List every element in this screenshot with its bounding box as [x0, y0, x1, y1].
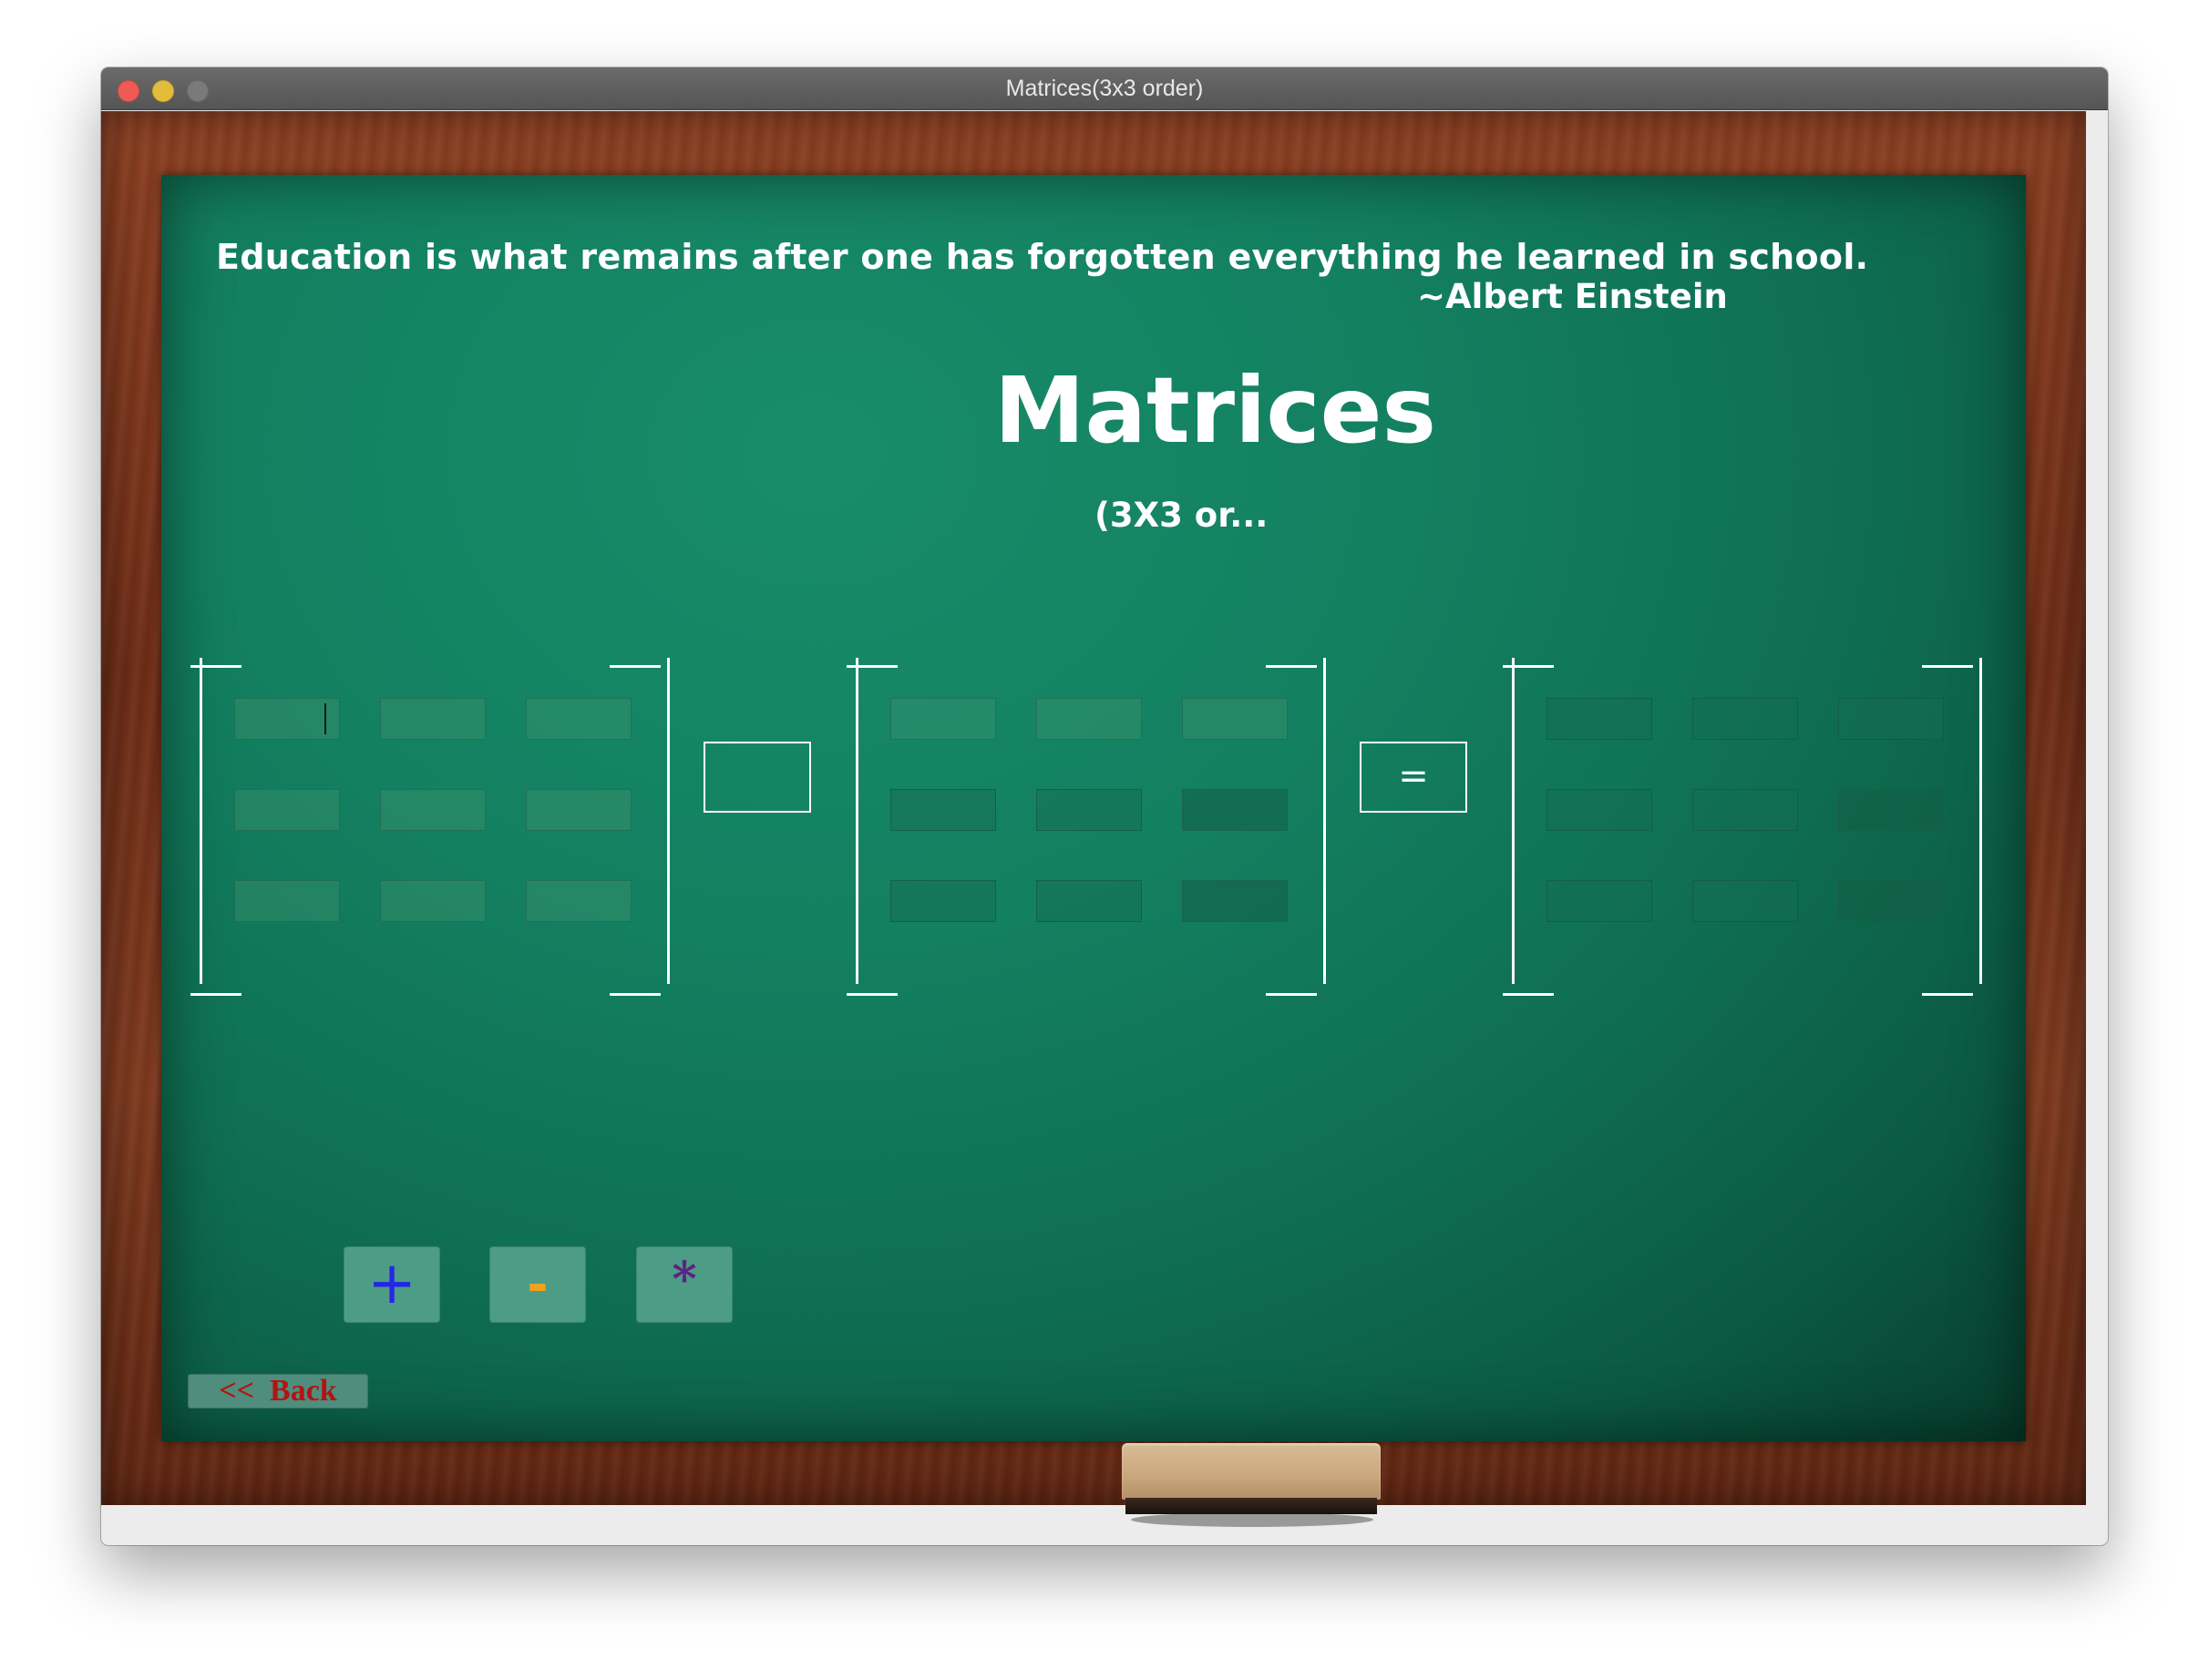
- operator-display: [704, 742, 811, 813]
- page-subtitle: (3X3 or...: [1094, 496, 1269, 535]
- matrix-a-cell-2-1[interactable]: [234, 789, 340, 831]
- matrix-b-cell-1-1[interactable]: [890, 698, 996, 740]
- result-cell-1-1[interactable]: [1546, 698, 1652, 740]
- matrix-b-cell-3-2[interactable]: [1036, 880, 1142, 922]
- text-caret: [324, 703, 326, 734]
- matrix-b-cell-2-2[interactable]: [1036, 789, 1142, 831]
- equals-sign: =: [1360, 742, 1467, 813]
- add-button[interactable]: +: [344, 1246, 440, 1323]
- result-cell-1-2[interactable]: [1692, 698, 1798, 740]
- matrix-b-cell-2-1[interactable]: [890, 789, 996, 831]
- matrix-b-cell-3-3[interactable]: [1182, 880, 1288, 922]
- matrix-b-cell-1-2[interactable]: [1036, 698, 1142, 740]
- matrix-a-cell-1-2[interactable]: [380, 698, 486, 740]
- matrix-a: [190, 658, 677, 999]
- window-title: Matrices(3x3 order): [1005, 76, 1204, 101]
- chalkboard-eraser: [1118, 1443, 1384, 1534]
- multiply-button[interactable]: *: [636, 1246, 733, 1323]
- matrix-a-cell-2-2[interactable]: [380, 789, 486, 831]
- matrix-b-cell-2-3[interactable]: [1182, 789, 1288, 831]
- matrix-a-cell-1-3[interactable]: [526, 698, 632, 740]
- app-window: Matrices(3x3 order) Education is what re…: [101, 67, 2108, 1545]
- result-cell-3-3[interactable]: [1838, 880, 1944, 922]
- result-cell-3-2[interactable]: [1692, 880, 1798, 922]
- result-cell-1-3[interactable]: [1838, 698, 1944, 740]
- matrix-b: [847, 658, 1333, 999]
- result-cell-2-1[interactable]: [1546, 789, 1652, 831]
- matrix-b-cell-3-1[interactable]: [890, 880, 996, 922]
- page-title: Matrices: [994, 357, 1437, 464]
- title-bar[interactable]: Matrices(3x3 order): [101, 67, 2108, 110]
- result-cell-2-3[interactable]: [1838, 789, 1944, 831]
- matrix-a-cell-3-2[interactable]: [380, 880, 486, 922]
- quote-text: Education is what remains after one has …: [216, 237, 1869, 277]
- result-matrix: [1503, 658, 1989, 999]
- chalkboard-frame: Education is what remains after one has …: [101, 111, 2086, 1527]
- result-cell-2-2[interactable]: [1692, 789, 1798, 831]
- matrix-a-cell-2-3[interactable]: [526, 789, 632, 831]
- subtract-button[interactable]: -: [489, 1246, 586, 1323]
- back-button[interactable]: << Back: [188, 1374, 368, 1409]
- quote-author: ~Albert Einstein: [1417, 277, 1728, 316]
- matrix-b-cell-1-3[interactable]: [1182, 698, 1288, 740]
- matrix-a-cell-3-1[interactable]: [234, 880, 340, 922]
- result-cell-3-1[interactable]: [1546, 880, 1652, 922]
- matrix-a-cell-3-3[interactable]: [526, 880, 632, 922]
